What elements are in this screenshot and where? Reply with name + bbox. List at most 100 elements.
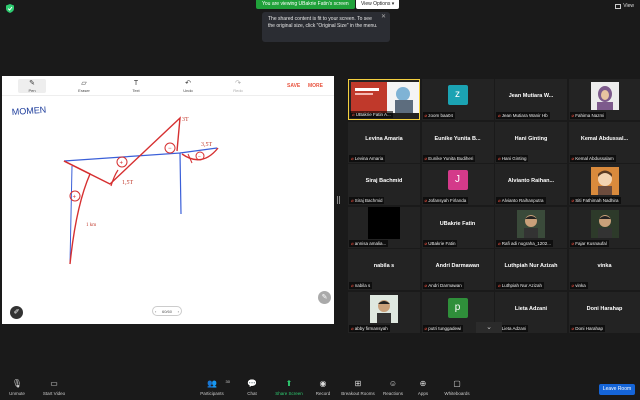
participant-tile[interactable]: UBakrie Fatin ⌀UBakrie Fatin bbox=[421, 206, 494, 248]
participant-label: ⌀Jean Mutiara Wanir Hb bbox=[496, 112, 550, 119]
participant-label: ⌀Luthpiah Nur Azizah bbox=[496, 282, 544, 289]
whiteboards-button[interactable]: ▢ Whiteboards bbox=[442, 379, 472, 396]
participant-tile[interactable]: J ⌀Jofansyah Firlanda bbox=[421, 164, 494, 205]
participant-label: ⌀Alvianto Raihanputra bbox=[496, 197, 546, 204]
reactions-label: Reactions bbox=[382, 391, 403, 396]
participant-name: Hani Ginting bbox=[514, 135, 548, 142]
view-button[interactable]: View bbox=[615, 3, 634, 9]
plus-sign: + bbox=[73, 195, 77, 201]
reactions-icon: ☺ bbox=[388, 379, 398, 388]
mic-muted-icon: ⌀ bbox=[424, 240, 428, 246]
reactions-button[interactable]: ☺ Reactions bbox=[381, 379, 405, 396]
share-screen-icon: ⬆ bbox=[285, 379, 293, 388]
prev-page-icon[interactable]: ‹ bbox=[155, 309, 156, 314]
redo-tool[interactable]: ↷ Redo bbox=[224, 79, 252, 93]
participant-tile[interactable]: Jean Mutiara W... ⌀Jean Mutiara Wanir Hb bbox=[495, 79, 567, 120]
breakout-rooms-icon: ⊞ bbox=[354, 379, 362, 388]
pencil-icon[interactable]: ✐ bbox=[10, 306, 23, 319]
annotation-1-5t: 1,5T bbox=[122, 180, 134, 186]
participant-label-text: Jean Mutiara Wanir Hb bbox=[501, 113, 548, 118]
participant-tile[interactable]: ⌀Fajar Kusnaufal bbox=[568, 206, 640, 248]
undo-tool[interactable]: ↶ Undo bbox=[174, 79, 202, 93]
annotation-3-5t: 3,5T bbox=[201, 142, 213, 148]
mic-muted-icon: ⌀ bbox=[351, 325, 354, 331]
more-button[interactable]: MORE bbox=[308, 83, 323, 89]
panel-splitter[interactable] bbox=[337, 196, 340, 204]
participant-tile[interactable]: Kemal Abdussal... ⌀Kemal Abdussalam bbox=[568, 121, 640, 163]
apps-button[interactable]: ⊕ Apps bbox=[415, 379, 431, 396]
participant-label-text: Luthpiah Nur Azizah bbox=[501, 283, 542, 288]
mic-muted-icon: ⌀ bbox=[571, 113, 575, 118]
participant-label-text: Alvianto Raihanputra bbox=[501, 198, 544, 203]
share-screen-label: Share Screen bbox=[275, 391, 303, 396]
participant-tile[interactable]: ⌀Rafi adi nugraha_1202... bbox=[495, 206, 567, 248]
participant-tile[interactable]: Luthpiah Nur Azizah ⌀Luthpiah Nur Azizah bbox=[495, 249, 567, 290]
save-button[interactable]: SAVE bbox=[287, 83, 300, 89]
participant-tile[interactable]: ⌀annisa amalia... bbox=[348, 206, 420, 248]
participant-tile[interactable]: Andri Darmawan ⌀Andri Darmawan bbox=[421, 249, 494, 290]
participant-avatar: J bbox=[447, 170, 468, 190]
plus-sign: + bbox=[120, 161, 124, 167]
participant-label-text: UBakrie Fatin A... bbox=[355, 112, 391, 117]
participants-label: Participants bbox=[200, 391, 224, 396]
participant-tile[interactable]: Hani Ginting ⌀Hani Ginting bbox=[495, 121, 567, 163]
shield-icon[interactable] bbox=[6, 4, 14, 13]
participant-name: Alvianto Raihan... bbox=[507, 178, 555, 184]
record-button[interactable]: ◉ Record bbox=[314, 379, 332, 396]
mic-muted-icon: ⌀ bbox=[498, 283, 501, 288]
participant-tile[interactable]: ⌀abby firmansyah bbox=[348, 291, 420, 333]
pen-tool[interactable]: ✎ Pen bbox=[18, 79, 46, 93]
participant-tile[interactable]: vinka ⌀vinka bbox=[568, 249, 640, 290]
participant-tile[interactable]: Eunike Yunita B... ⌀Eunike Yunita Budiher… bbox=[421, 121, 494, 163]
leave-room-button[interactable]: Leave Room bbox=[599, 384, 635, 395]
edit-pen-icon[interactable]: ✎ bbox=[318, 291, 331, 304]
chevron-down-icon[interactable]: ⌄ bbox=[476, 322, 502, 333]
chat-button[interactable]: 💬 Chat bbox=[244, 379, 260, 396]
participant-tile[interactable]: ⌀Fahima Nazmi bbox=[568, 79, 640, 120]
participant-label: ⌀Rafi adi nugraha_1202... bbox=[496, 239, 554, 247]
grid-icon bbox=[615, 3, 622, 9]
participants-button[interactable]: 👥 30 Participants bbox=[198, 379, 230, 396]
mic-muted-icon: ⌀ bbox=[424, 155, 428, 161]
text-tool[interactable]: T Text bbox=[122, 79, 150, 93]
mic-muted-icon: ⌀ bbox=[571, 155, 575, 161]
whiteboard-drawing: MOMEN + + − − 3T 3,5T 1,5T 1 km bbox=[11, 105, 219, 265]
close-icon[interactable]: ✕ bbox=[381, 14, 386, 21]
share-screen-button[interactable]: ⬆ Share Screen bbox=[274, 379, 304, 396]
eraser-tool[interactable]: ▱ Eraser bbox=[70, 79, 98, 93]
breakout-label: Breakout Rooms bbox=[341, 391, 375, 396]
mic-muted-icon: ⌀ bbox=[498, 198, 501, 203]
participant-tile[interactable]: ⌀UBakrie Fatin A... bbox=[348, 79, 420, 120]
participant-tile[interactable]: z ⌀zoom baa04 bbox=[421, 79, 494, 120]
participant-tile[interactable]: Siraj Bachmid ⌀Siraj Bachmid bbox=[348, 164, 420, 205]
participant-label-text: Siraj Bachmid bbox=[354, 198, 383, 203]
participant-video bbox=[590, 209, 619, 238]
participant-tile[interactable]: nabila s ⌀nabila s bbox=[348, 249, 420, 290]
unmute-label: Unmute bbox=[9, 391, 25, 396]
participant-tile[interactable]: ⌀Siti Fathimah Nadhira bbox=[568, 164, 640, 205]
participant-label: ⌀Kemal Abdussalam bbox=[569, 154, 616, 162]
view-options-button[interactable]: View Options ▾ bbox=[356, 0, 400, 9]
participant-label: ⌀annisa amalia... bbox=[349, 239, 389, 247]
text-icon: T bbox=[133, 80, 139, 87]
unmute-button[interactable]: 🎙 Unmute bbox=[6, 379, 28, 396]
participant-label: ⌀Fajar Kusnaufal bbox=[569, 239, 609, 247]
breakout-rooms-button[interactable]: ⊞ Breakout Rooms bbox=[340, 379, 376, 396]
whiteboard[interactable]: ✎ Pen ▱ Eraser T Text ↶ Undo ↷ Redo SAVE… bbox=[2, 76, 334, 324]
participant-tile[interactable]: Doni Harahap ⌀Doni Harahap bbox=[568, 291, 640, 333]
participant-photo bbox=[590, 82, 619, 110]
next-page-icon[interactable]: › bbox=[178, 309, 179, 314]
start-video-label: Start Video bbox=[42, 391, 66, 396]
mic-muted-icon: ⌀ bbox=[498, 240, 501, 246]
participant-tile[interactable]: Alvianto Raihan... ⌀Alvianto Raihanputra bbox=[495, 164, 567, 205]
redo-icon: ↷ bbox=[235, 80, 241, 87]
participant-tile[interactable]: Lieta Adzani⌀Lieta Adzani bbox=[495, 291, 567, 333]
chat-icon: 💬 bbox=[247, 379, 257, 388]
start-video-button[interactable]: ▭ Start Video bbox=[40, 379, 68, 396]
participant-label-text: Rafi adi nugraha_1202... bbox=[501, 240, 552, 246]
page-navigator[interactable]: ‹ 60/60 › bbox=[152, 306, 182, 316]
participant-name: Eunike Yunita B... bbox=[434, 135, 481, 142]
participant-label: ⌀abby firmansyah bbox=[349, 324, 390, 332]
mic-muted-icon: ⌀ bbox=[571, 198, 575, 203]
participant-tile[interactable]: Levina Amaria ⌀Levina Amaria bbox=[348, 121, 420, 163]
